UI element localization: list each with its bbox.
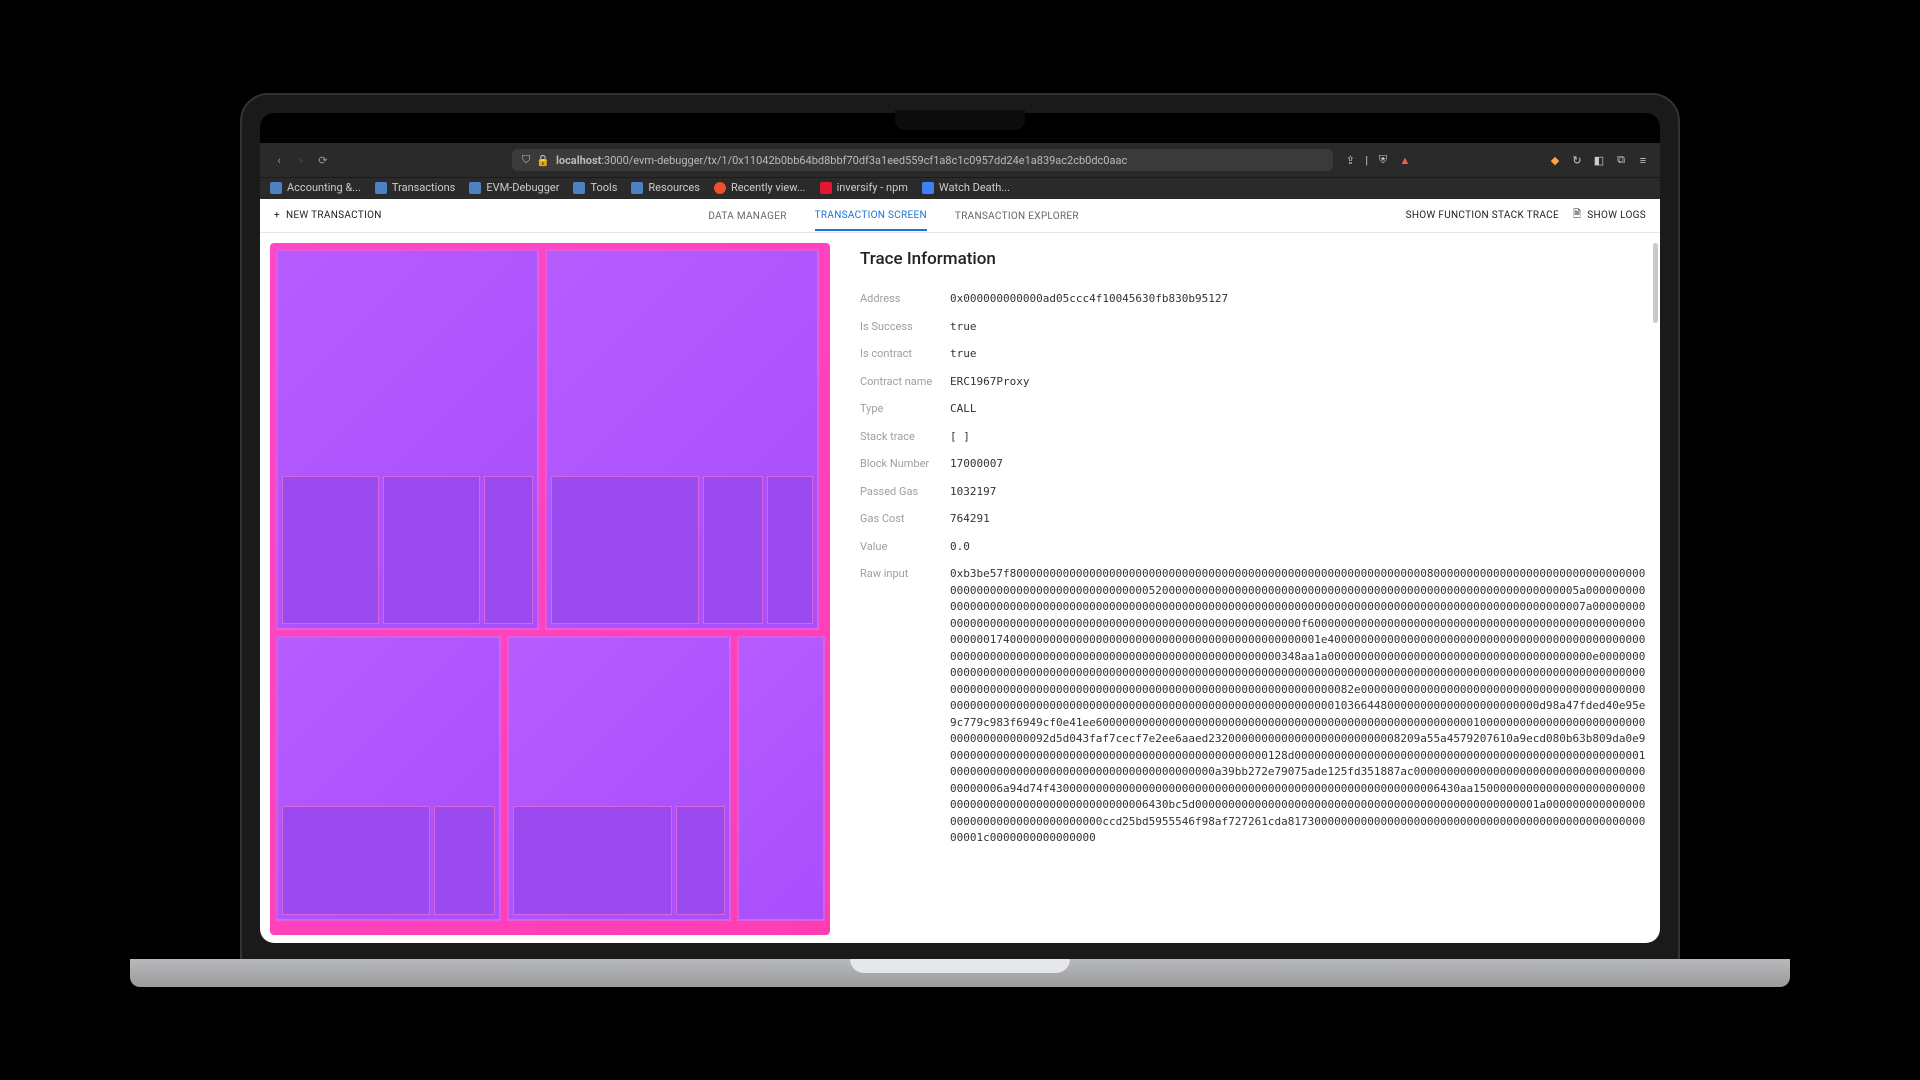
value-value: 0.0 [950, 539, 970, 556]
bookmark-transactions[interactable]: Transactions [375, 181, 455, 194]
treemap-cell[interactable] [484, 476, 533, 624]
lock-icon: 🔒 [536, 154, 550, 167]
app-header: + NEW TRANSACTION DATA MANAGER TRANSACTI… [260, 199, 1660, 233]
folder-icon [573, 182, 585, 194]
refresh-ext-icon[interactable]: ↻ [1570, 153, 1584, 167]
laptop-bezel: ‹ › ⟳ ⛉ 🔒 localhost:3000/evm-debugger/tx… [240, 93, 1680, 961]
laptop-base [130, 959, 1790, 987]
value-stack-trace: [ ] [950, 429, 970, 446]
treemap-panel [260, 233, 840, 943]
label-contract-name: Contract name [860, 374, 950, 391]
treemap-cell[interactable] [513, 806, 672, 915]
value-is-success: true [950, 319, 977, 336]
plus-icon: + [274, 210, 280, 221]
label-gas-cost: Gas Cost [860, 511, 950, 528]
ext1-icon[interactable]: ◆ [1548, 153, 1562, 167]
value-address: 0x000000000000ad05ccc4f10045630fb830b951… [950, 291, 1228, 308]
trace-info-panel: Trace Information Address0x000000000000a… [840, 233, 1660, 943]
copy-icon[interactable]: ⧉ [1614, 153, 1628, 167]
address-bar[interactable]: ⛉ 🔒 localhost:3000/evm-debugger/tx/1/0x1… [512, 149, 1333, 171]
new-transaction-button[interactable]: + NEW TRANSACTION [274, 210, 382, 221]
site-icon [714, 182, 726, 194]
app-root: + NEW TRANSACTION DATA MANAGER TRANSACTI… [260, 199, 1660, 943]
shield-toolbar-icon[interactable]: ⛨ [1376, 153, 1390, 167]
share-icon[interactable]: ⇪ [1343, 153, 1357, 167]
bookmark-watch-death[interactable]: Watch Death... [922, 181, 1010, 194]
tab-transaction-explorer[interactable]: TRANSACTION EXPLORER [955, 211, 1079, 230]
treemap-cell[interactable] [282, 476, 379, 624]
treemap-cell[interactable] [383, 476, 480, 624]
forward-button[interactable]: › [292, 151, 310, 169]
label-block-number: Block Number [860, 456, 950, 473]
bookmark-resources[interactable]: Resources [631, 181, 700, 194]
new-transaction-label: NEW TRANSACTION [286, 210, 382, 221]
menu-icon[interactable]: ≡ [1636, 153, 1650, 167]
label-value: Value [860, 539, 950, 556]
url-host: localhost [556, 154, 601, 167]
browser-toolbar: ‹ › ⟳ ⛉ 🔒 localhost:3000/evm-debugger/tx… [260, 143, 1660, 177]
label-passed-gas: Passed Gas [860, 484, 950, 501]
folder-icon [631, 182, 643, 194]
treemap-cell[interactable] [703, 476, 763, 624]
treemap-cell[interactable] [737, 636, 825, 922]
treemap-cell[interactable] [676, 806, 725, 915]
treemap-cell[interactable] [545, 249, 819, 630]
url-path: :3000/evm-debugger/tx/1/0x11042b0bb64bd8… [601, 154, 1127, 167]
treemap-cell[interactable] [434, 806, 494, 915]
reload-button[interactable]: ⟳ [314, 151, 332, 169]
laptop-screen: ‹ › ⟳ ⛉ 🔒 localhost:3000/evm-debugger/tx… [260, 113, 1660, 943]
treemap-cell[interactable] [507, 636, 732, 922]
value-is-contract: true [950, 346, 977, 363]
tab-transaction-screen[interactable]: TRANSACTION SCREEN [815, 210, 927, 231]
scrollbar[interactable] [1653, 243, 1658, 323]
document-icon: 🗎 [1573, 207, 1581, 224]
value-raw-input: 0xb3be57f8000000000000000000000000000000… [950, 566, 1650, 847]
sidebar-toggle-icon[interactable]: ◧ [1592, 153, 1606, 167]
tab-data-manager[interactable]: DATA MANAGER [708, 211, 786, 230]
value-type: CALL [950, 401, 977, 418]
treemap-cell[interactable] [282, 806, 430, 915]
bookmark-accounting[interactable]: Accounting &... [270, 181, 361, 194]
label-address: Address [860, 291, 950, 308]
label-stack-trace: Stack trace [860, 429, 950, 446]
label-is-contract: Is contract [860, 346, 950, 363]
label-is-success: Is Success [860, 319, 950, 336]
site-icon [922, 182, 934, 194]
gas-treemap[interactable] [270, 243, 830, 935]
folder-icon [375, 182, 387, 194]
label-type: Type [860, 401, 950, 418]
treemap-cell[interactable] [551, 476, 699, 624]
value-contract-name: ERC1967Proxy [950, 374, 1029, 391]
bookmark-tools[interactable]: Tools [573, 181, 617, 194]
value-passed-gas: 1032197 [950, 484, 996, 501]
bookmark-recently[interactable]: Recently view... [714, 181, 806, 194]
value-block-number: 17000007 [950, 456, 1003, 473]
treemap-cell[interactable] [767, 476, 813, 624]
show-stack-trace-button[interactable]: SHOW FUNCTION STACK TRACE [1406, 210, 1559, 221]
content-area: Trace Information Address0x000000000000a… [260, 233, 1660, 943]
trace-info-title: Trace Information [860, 249, 1650, 269]
warning-icon[interactable]: ▲ [1398, 153, 1412, 167]
treemap-cell[interactable] [276, 636, 501, 922]
bookmark-inversify[interactable]: inversify - npm [820, 181, 908, 194]
bookmark-evm-debugger[interactable]: EVM-Debugger [469, 181, 559, 194]
treemap-cell[interactable] [276, 249, 539, 630]
bookmarks-bar: Accounting &... Transactions EVM-Debugge… [260, 177, 1660, 199]
shield-icon: ⛉ [522, 153, 530, 167]
back-button[interactable]: ‹ [270, 151, 288, 169]
laptop-mockup: ‹ › ⟳ ⛉ 🔒 localhost:3000/evm-debugger/tx… [240, 93, 1680, 987]
folder-icon [270, 182, 282, 194]
laptop-notch [895, 110, 1025, 130]
label-raw-input: Raw input [860, 566, 950, 847]
value-gas-cost: 764291 [950, 511, 990, 528]
show-logs-button[interactable]: 🗎 SHOW LOGS [1573, 207, 1646, 224]
folder-icon [469, 182, 481, 194]
site-icon [820, 182, 832, 194]
